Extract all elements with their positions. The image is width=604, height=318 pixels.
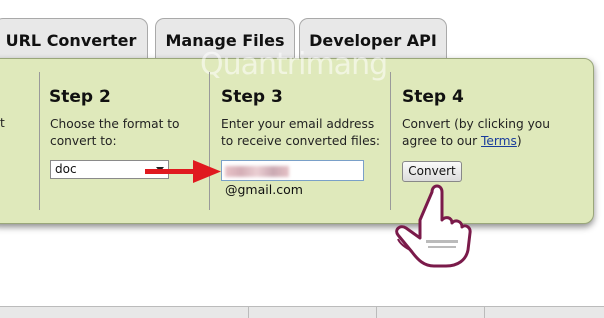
step4-title: Step 4 [402, 87, 464, 107]
step-divider [390, 72, 391, 210]
terms-link[interactable]: Terms [481, 134, 517, 148]
email-field-value: @gmail.com [225, 182, 303, 197]
column-divider [484, 306, 485, 318]
step1-partial-text: t [0, 116, 5, 130]
step-divider [39, 72, 40, 210]
column-divider [376, 306, 377, 318]
format-select-value: doc [55, 162, 77, 176]
bottom-table-header [0, 306, 604, 318]
tab-url-converter[interactable]: URL Converter [0, 18, 148, 62]
email-field[interactable]: @gmail.com [221, 160, 364, 197]
pointing-hand-icon [395, 184, 472, 268]
step4-description-end: ) [516, 133, 522, 148]
step3-title: Step 3 [221, 87, 283, 107]
step-divider [209, 72, 210, 210]
step4-description: Convert (by clicking you agree to our Te… [402, 116, 582, 149]
step2-title: Step 2 [49, 87, 111, 107]
step3-description: Enter your email address to receive conv… [221, 117, 381, 148]
convert-button[interactable]: Convert [402, 161, 462, 182]
watermark-text: Quantrimang [200, 47, 388, 82]
step4-description-text: Convert (by clicking you agree to our [402, 117, 550, 148]
step2-description: Choose the format to convert to: [50, 117, 180, 148]
red-arrow-icon [145, 160, 221, 183]
redacted-username [225, 166, 289, 177]
column-divider [248, 306, 249, 318]
